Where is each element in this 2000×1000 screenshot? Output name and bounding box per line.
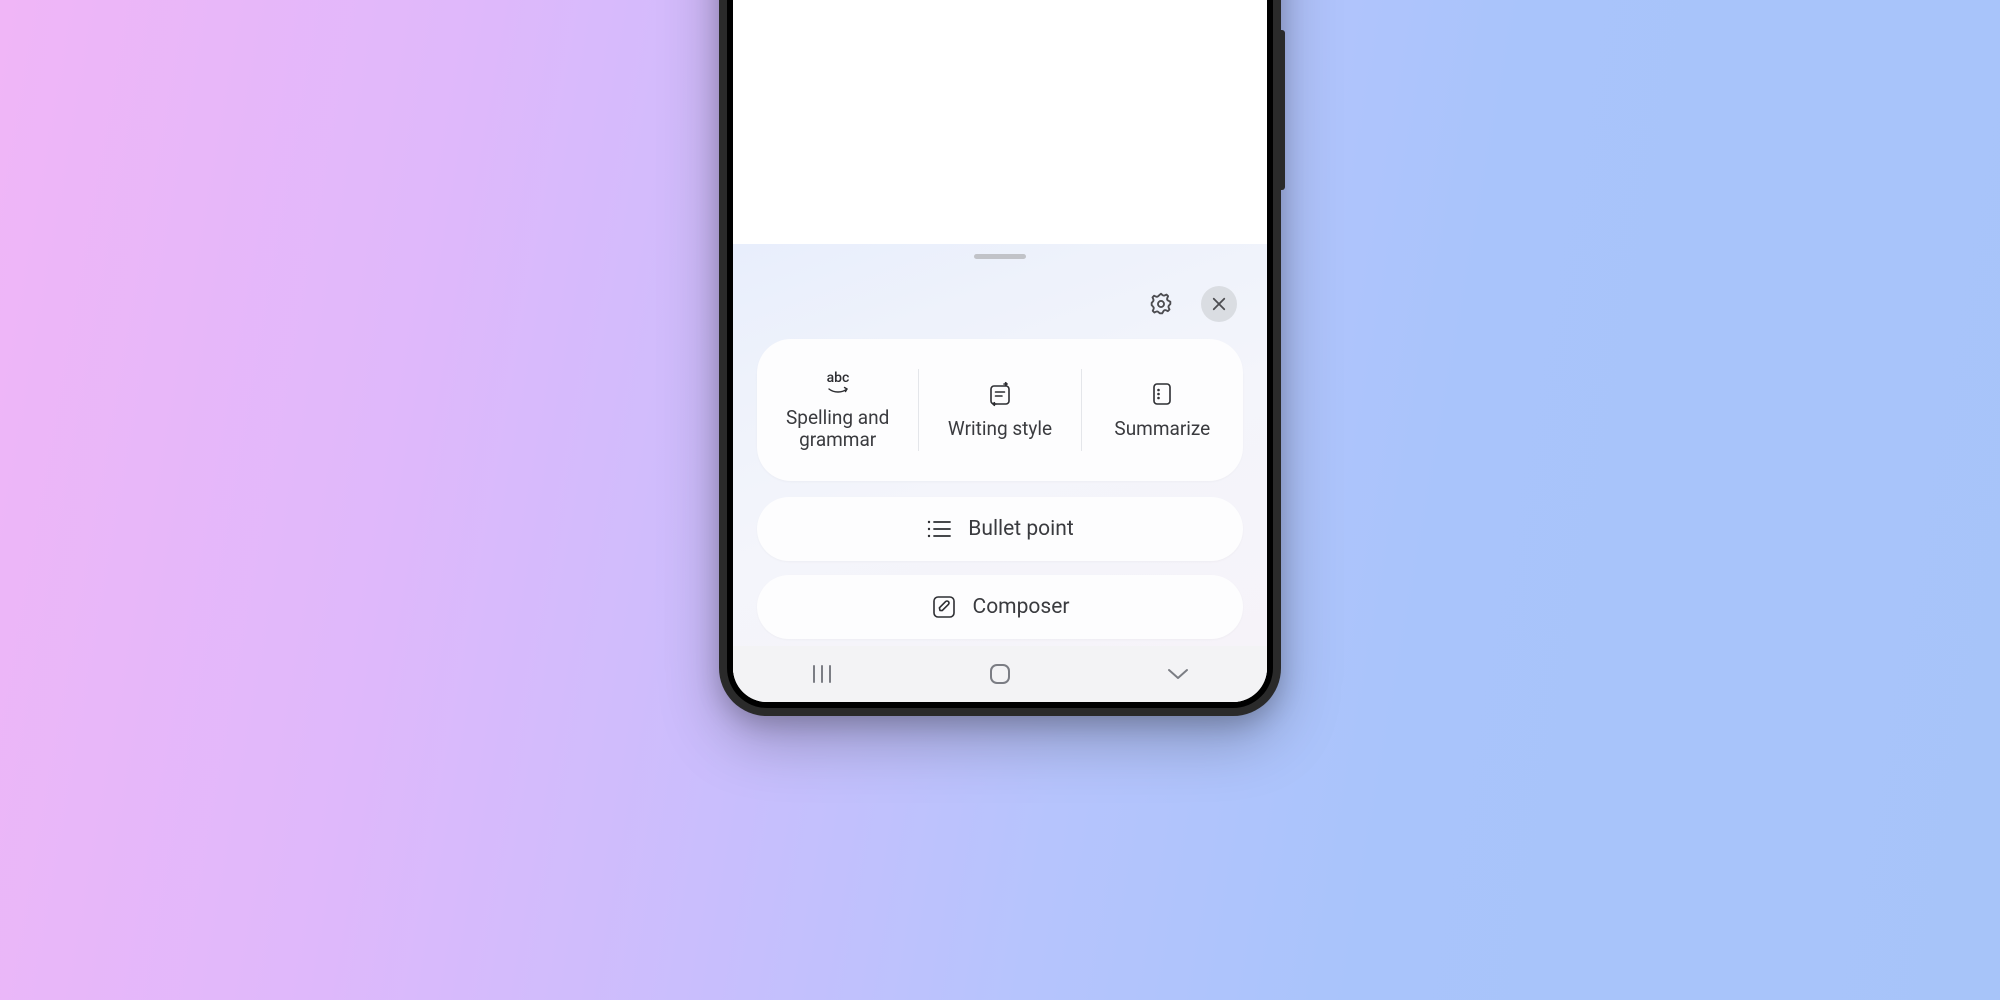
compose-icon <box>931 594 957 620</box>
close-icon <box>1210 295 1228 313</box>
phone-frame: Galaxy S series leads the way into a new… <box>719 0 1281 716</box>
gear-icon <box>1147 290 1175 318</box>
option-composer[interactable]: Composer <box>757 575 1243 639</box>
recent-apps-icon <box>810 664 834 684</box>
option-summarize[interactable]: Summarize <box>1082 381 1243 440</box>
option-bullet-point[interactable]: Bullet point <box>757 497 1243 561</box>
option-label: Writing style <box>948 418 1052 440</box>
option-spelling-grammar[interactable]: abc Spelling and grammar <box>757 370 918 451</box>
phone-screen: Galaxy S series leads the way into a new… <box>733 0 1267 702</box>
system-nav-bar <box>733 646 1267 702</box>
chevron-down-icon <box>1165 666 1191 682</box>
summarize-icon <box>1150 381 1174 407</box>
option-writing-style[interactable]: Writing style <box>919 381 1080 440</box>
writing-style-icon <box>987 381 1013 407</box>
nav-recent-button[interactable] <box>762 646 882 702</box>
option-label: Bullet point <box>968 517 1073 541</box>
nav-home-button[interactable] <box>940 646 1060 702</box>
nav-back-button[interactable] <box>1118 646 1238 702</box>
option-label: Summarize <box>1114 418 1210 440</box>
settings-button[interactable] <box>1143 286 1179 322</box>
option-label: Spelling and grammar <box>767 407 908 451</box>
sheet-drag-handle[interactable] <box>974 254 1026 259</box>
assist-options-card: abc Spelling and grammar <box>757 339 1243 481</box>
option-label: Composer <box>973 595 1070 619</box>
sheet-action-row <box>1143 286 1237 322</box>
close-button[interactable] <box>1201 286 1237 322</box>
abc-check-icon: abc <box>820 370 856 396</box>
phone-inner-bezel: Galaxy S series leads the way into a new… <box>727 0 1273 708</box>
gradient-background: Galaxy S series leads the way into a new… <box>0 0 2000 1000</box>
svg-text:abc: abc <box>826 370 849 386</box>
bullet-list-icon <box>926 518 952 540</box>
home-icon <box>990 664 1010 684</box>
assist-bottom-sheet: abc Spelling and grammar <box>733 244 1267 646</box>
